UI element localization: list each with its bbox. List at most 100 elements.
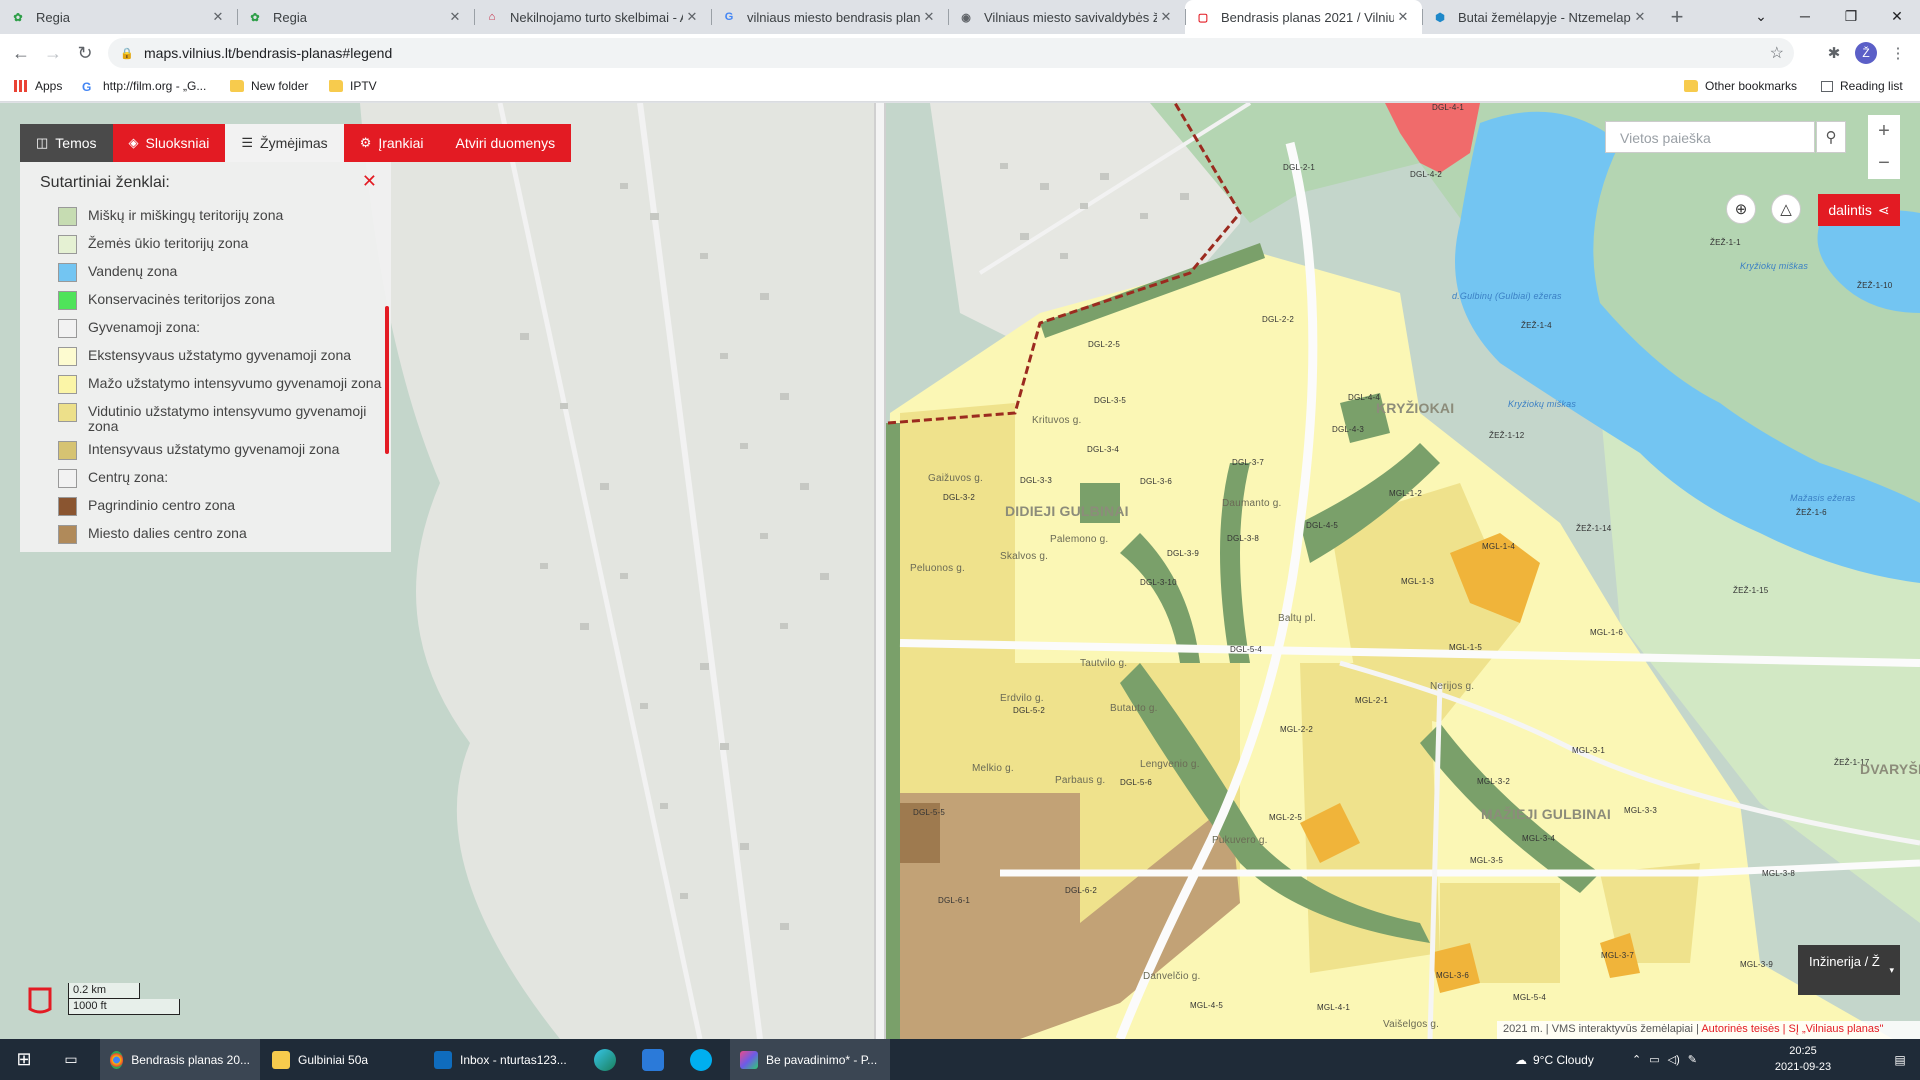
edge-icon[interactable] [594,1049,616,1071]
bookmark-new-folder[interactable]: New folder [230,79,308,93]
zone-label: ŽEŽ-1-1 [1710,238,1741,247]
close-icon[interactable]: ✕ [1631,9,1649,25]
menu-temos[interactable]: ◫ Temos [20,124,113,162]
maximize-button[interactable]: ❐ [1828,0,1874,32]
close-icon[interactable]: ✕ [920,9,938,25]
folder-icon [230,80,244,92]
menu-atviri-duomenys[interactable]: Atviri duomenys [439,124,572,162]
tab-title: Butai žemėlapyje - Ntzemelapis [1458,9,1631,25]
menu-irankiai[interactable]: ⚙ Įrankiai [343,124,440,162]
share-button[interactable]: dalintis ⋖ [1818,194,1900,226]
taskbar-label: Inbox - nturtas123... [460,1052,567,1067]
bookmark-star-icon[interactable]: ☆ [1770,43,1784,63]
map-attribution: 2021 m. | VMS interaktyvūs žemėlapiai | … [1497,1021,1920,1039]
outlook-icon [434,1050,452,1069]
url-text[interactable]: maps.vilnius.lt/bendrasis-planas#legend [144,45,392,61]
legend-swatch [58,263,77,282]
network-icon: ▭ [1649,1054,1660,1066]
browser-tab[interactable]: ✿ Regia ✕ [237,0,474,34]
browser-tab[interactable]: ✿ Regia ✕ [0,0,237,34]
browser-tab[interactable]: Gvilniaus miesto bendrasis planas ✕ [711,0,948,34]
close-icon[interactable]: ✕ [362,171,377,192]
close-window-button[interactable]: ✕ [1874,0,1920,32]
close-icon[interactable]: ✕ [446,9,464,25]
apps-icon [14,80,28,92]
bookmark-apps[interactable]: Apps [14,79,62,93]
legend-item: Ekstensyvaus užstatymo gyvenamoji zona [20,344,391,372]
taskbar-label: Gulbiniai 50a [298,1052,369,1067]
close-icon[interactable]: ✕ [1157,9,1175,25]
browser-tab[interactable]: ◉ Vilniaus miesto savivaldybės že ✕ [948,0,1185,34]
legend-list[interactable]: Miškų ir miškingų teritorijų zona Žemės … [20,204,391,552]
zone-label: MGL-2-1 [1355,696,1388,705]
street-label: Parbaus g. [1055,775,1106,786]
taskbar-label: Be pavadinimo* - P... [766,1052,878,1067]
forward-button[interactable]: → [38,38,68,68]
close-icon[interactable]: ✕ [1394,9,1412,25]
street-label: Skalvos g. [1000,551,1049,562]
north-arrow-icon[interactable]: △ [1771,194,1801,224]
locate-icon[interactable]: ⊕ [1726,194,1756,224]
zone-label: DGL-3-8 [1227,534,1260,543]
browser-toolbar: ← → ↻ 🔒 maps.vilnius.lt/bendrasis-planas… [0,34,1920,72]
task-view-icon[interactable]: ▭ [48,1039,94,1080]
bookmark-other[interactable]: Other bookmarks [1684,79,1797,93]
start-button[interactable]: ⊞ [0,1039,48,1080]
close-icon[interactable]: ✕ [683,9,701,25]
taskbar-label: Bendrasis planas 20... [131,1052,250,1067]
map-canvas[interactable]: DGL-2-1 DGL-4-1 DGL-4-2 DGL-2-2 DGL-2-5 … [0,103,1920,1039]
zone-label: MGL-3-3 [1624,806,1657,815]
zone-label: ŽEŽ-1-4 [1521,321,1552,330]
address-bar[interactable]: 🔒 maps.vilnius.lt/bendrasis-planas#legen… [108,38,1794,68]
legend-scrollbar[interactable] [385,306,389,454]
menu-kebab-icon[interactable]: ⋮ [1886,41,1910,65]
store-icon[interactable] [642,1049,664,1071]
reload-button[interactable]: ↻ [70,38,100,68]
zoom-in-button[interactable]: + [1868,115,1900,147]
browser-tab[interactable]: ⌂ Nekilnojamo turto skelbimai - A ✕ [474,0,711,34]
weather-widget[interactable]: ☁ 9°C Cloudy [1505,1039,1604,1080]
skype-icon[interactable] [690,1049,712,1071]
zone-label: DGL-2-5 [1088,340,1121,349]
reading-list[interactable]: Reading list [1821,79,1903,93]
stack-icon: ◈ [128,135,139,150]
zone-label: DGL-3-2 [943,493,976,502]
taskbar-paint[interactable]: Be pavadinimo* - P... [730,1039,890,1080]
taskbar-chrome[interactable]: Bendrasis planas 20... [100,1039,260,1080]
taskbar-folder[interactable]: Gulbiniai 50a [262,1039,422,1080]
notification-icon[interactable]: ▤ [1880,1039,1920,1080]
back-button[interactable]: ← [6,38,36,68]
bookmark-label: Reading list [1840,79,1903,93]
browser-tab[interactable]: ⬢ Butai žemėlapyje - Ntzemelapis ✕ [1422,0,1659,34]
menu-label: Temos [55,135,97,151]
tab-search-icon[interactable]: ⌄ [1738,0,1784,32]
extensions-icon[interactable]: ✱ [1822,41,1846,65]
menu-sluoksniai[interactable]: ◈ Sluoksniai [112,124,226,162]
close-icon[interactable]: ✕ [209,9,227,25]
vilnius-icon: ▢ [1197,11,1209,24]
legend-swatch [58,375,77,394]
search-icon[interactable]: ⚲ [1816,121,1846,153]
zoom-out-button[interactable]: − [1868,147,1900,179]
clock-time: 20:25 [1789,1045,1817,1057]
legend-item: Mažo užstatymo intensyvumo gyvenamoji zo… [20,372,391,400]
system-tray[interactable]: ⌃ ▭ ◁) ✎ [1622,1039,1707,1080]
taskbar-outlook[interactable]: Inbox - nturtas123... [424,1039,584,1080]
attribution-text: 2021 m. | VMS interaktyvūs žemėlapiai | [1503,1023,1699,1035]
zone-label: MGL-3-9 [1740,960,1773,969]
copyright-link[interactable]: Autorinės teisės [1701,1023,1779,1035]
legend-item: Intensyvaus užstatymo gyvenamoji zona [20,438,391,466]
owner-link[interactable]: | SĮ „Vilniaus planas" [1783,1023,1884,1035]
bookmark-film[interactable]: Ghttp://film.org - „G... [82,79,206,94]
browser-tab-active[interactable]: ▢ Bendrasis planas 2021 / Vilnius ✕ [1185,0,1422,34]
clock[interactable]: 20:25 2021-09-23 [1768,1043,1838,1075]
minimize-button[interactable]: ─ [1782,0,1828,32]
new-tab-button[interactable]: + [1659,0,1695,34]
profile-avatar[interactable]: Ž [1855,42,1877,64]
legend-item: Žemės ūkio teritorijų zona [20,232,391,260]
location-search-input[interactable]: Vietos paieška [1605,121,1815,153]
menu-zymejimas[interactable]: ☰ Žymėjimas [225,124,344,162]
bookmark-iptv[interactable]: IPTV [329,79,377,93]
engineering-toggle[interactable]: Inžinerija / Ž ▾ [1798,945,1900,995]
zone-label: DGL-5-5 [913,808,946,817]
